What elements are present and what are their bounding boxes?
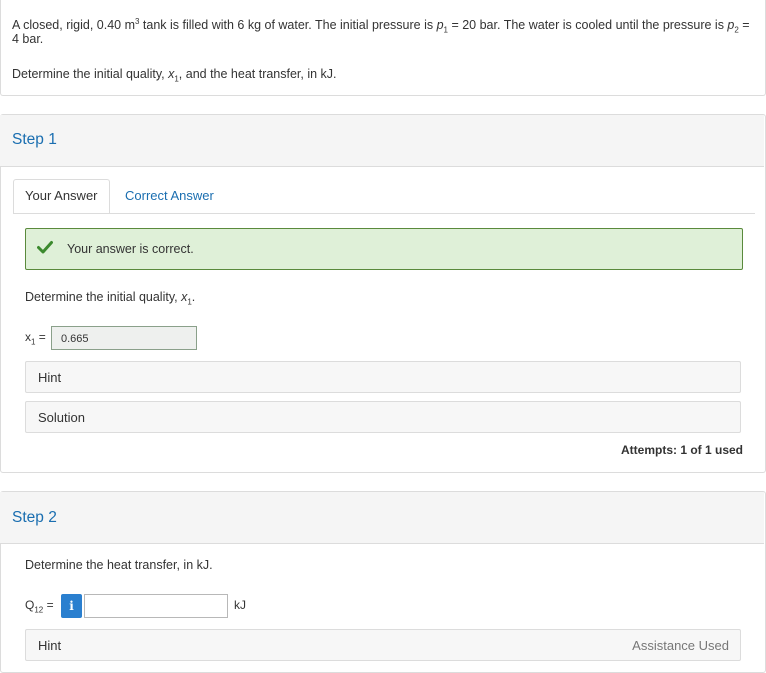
unit-label: kJ bbox=[234, 598, 246, 612]
tab-correct-answer[interactable]: Correct Answer bbox=[125, 188, 214, 203]
success-text: Your answer is correct. bbox=[67, 242, 194, 256]
problem-text-b: tank is filled with 6 kg of water. The i… bbox=[139, 18, 437, 33]
step2-header bbox=[0, 492, 764, 544]
problem-line-1: A closed, rigid, 0.40 m3 tank is filled … bbox=[12, 13, 757, 39]
step2-title: Step 2 bbox=[12, 509, 57, 526]
step1-question: Determine the initial quality, x1. bbox=[25, 290, 195, 307]
x1-answer-field: 0.665 bbox=[51, 326, 197, 350]
answer-label-eq: = bbox=[35, 330, 46, 344]
info-icon[interactable]: i bbox=[61, 594, 82, 618]
problem-line3-b: , and the heat transfer, in kJ. bbox=[178, 67, 337, 81]
step2-question: Determine the heat transfer, in kJ. bbox=[25, 558, 213, 572]
problem-line-3: Determine the initial quality, x1, and t… bbox=[12, 66, 337, 88]
q12-var: Q bbox=[25, 598, 35, 612]
solution-accordion[interactable]: Solution bbox=[25, 401, 741, 433]
tab-divider bbox=[13, 213, 755, 214]
step1-header bbox=[0, 115, 764, 167]
attempts-count: Attempts: 1 of 1 used bbox=[621, 443, 744, 457]
q12-answer-input[interactable] bbox=[84, 594, 228, 618]
q12-eq: = bbox=[43, 598, 54, 612]
p1-eq: = 20 bar. The water is cooled until the … bbox=[447, 18, 728, 33]
step1-title: Step 1 bbox=[12, 131, 57, 148]
assistance-used-label: Assistance Used bbox=[632, 638, 729, 653]
problem-line-2: 4 bar. bbox=[12, 32, 44, 46]
q12-sub: 12 bbox=[34, 605, 44, 615]
step2-hint-accordion[interactable]: Hint Assistance Used bbox=[25, 629, 741, 661]
problem-line3-a: Determine the initial quality, bbox=[12, 67, 169, 81]
step1-question-text: Determine the initial quality, bbox=[25, 290, 182, 304]
step2-hint-label: Hint bbox=[38, 638, 62, 653]
step1-answer-label: x1 = bbox=[25, 330, 46, 346]
p2-eq: = bbox=[738, 18, 750, 33]
hint-accordion[interactable]: Hint bbox=[25, 361, 741, 393]
check-icon bbox=[37, 239, 53, 255]
step1-question-end: . bbox=[191, 290, 196, 304]
p1-var: p bbox=[436, 18, 444, 33]
q12-label: Q12 = bbox=[25, 598, 54, 614]
tab-your-answer-label[interactable]: Your Answer bbox=[25, 188, 98, 203]
